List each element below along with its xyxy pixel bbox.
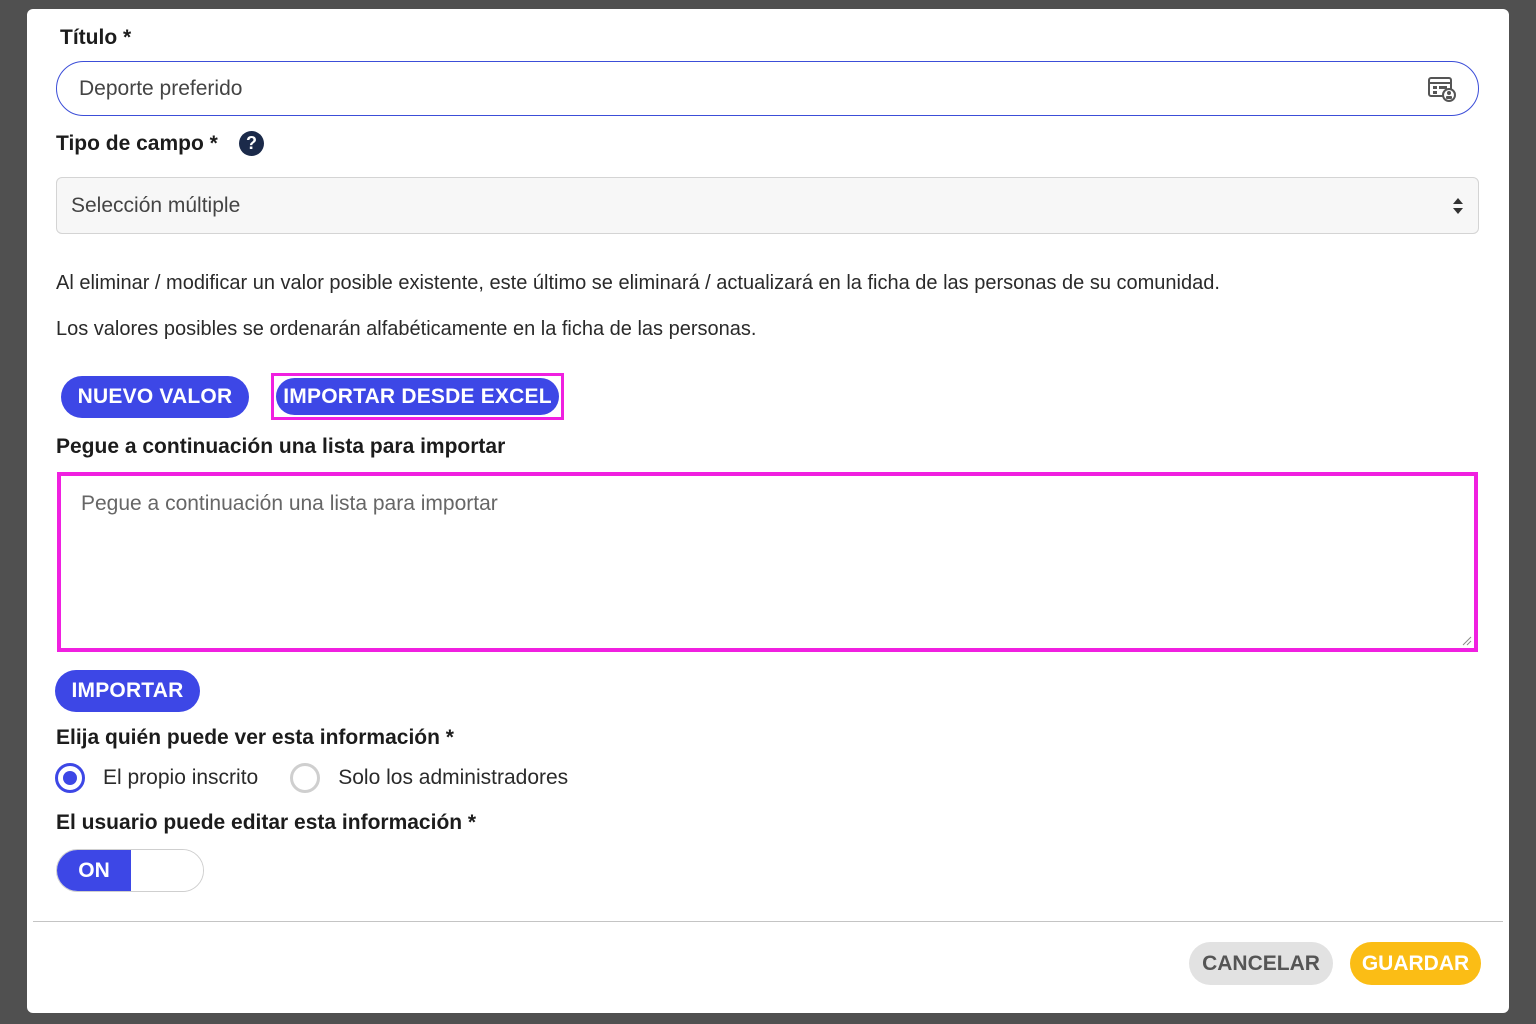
translate-icon[interactable]: [1428, 75, 1456, 103]
paste-list-placeholder: Pegue a continuación una lista para impo…: [81, 492, 498, 515]
title-input[interactable]: Deporte preferido: [56, 61, 1479, 116]
new-value-button[interactable]: NUEVO VALOR: [61, 376, 249, 418]
info-note-order: Los valores posibles se ordenarán alfabé…: [56, 318, 757, 340]
radio-admins-only-label[interactable]: Solo los administradores: [338, 766, 568, 790]
radio-own-registrant[interactable]: [55, 763, 85, 793]
title-input-value[interactable]: Deporte preferido: [79, 77, 1428, 101]
sort-arrows-icon: [1453, 197, 1463, 214]
radio-own-registrant-label[interactable]: El propio inscrito: [103, 766, 258, 790]
info-note-modify: Al eliminar / modificar un valor posible…: [56, 272, 1220, 294]
toggle-on-label[interactable]: ON: [57, 850, 131, 891]
editable-toggle[interactable]: ON: [56, 849, 204, 892]
help-icon[interactable]: ?: [239, 131, 264, 156]
cancel-button[interactable]: CANCELAR: [1189, 942, 1333, 985]
toggle-off-part[interactable]: [131, 850, 203, 891]
visibility-label: Elija quién puede ver esta información *: [56, 726, 454, 749]
field-type-select[interactable]: Selección múltiple: [56, 177, 1479, 234]
save-button[interactable]: GUARDAR: [1350, 942, 1481, 985]
import-excel-button[interactable]: IMPORTAR DESDE EXCEL: [276, 378, 559, 415]
footer-divider: [33, 921, 1503, 922]
import-button[interactable]: IMPORTAR: [55, 670, 200, 712]
paste-list-label: Pegue a continuación una lista para impo…: [56, 435, 506, 458]
field-editor-dialog: Título * Deporte preferido Tipo de campo…: [27, 9, 1509, 1013]
field-type-label: Tipo de campo *: [56, 132, 218, 155]
editable-label: El usuario puede editar esta información…: [56, 811, 477, 834]
radio-admins-only[interactable]: [290, 763, 321, 793]
title-label: Título *: [60, 26, 132, 49]
visibility-radio-group: El propio inscrito Solo los administrado…: [55, 763, 600, 793]
resize-grip-icon[interactable]: [1462, 636, 1472, 646]
field-type-value[interactable]: Selección múltiple: [71, 194, 1452, 218]
paste-list-textarea[interactable]: Pegue a continuación una lista para impo…: [57, 472, 1478, 652]
